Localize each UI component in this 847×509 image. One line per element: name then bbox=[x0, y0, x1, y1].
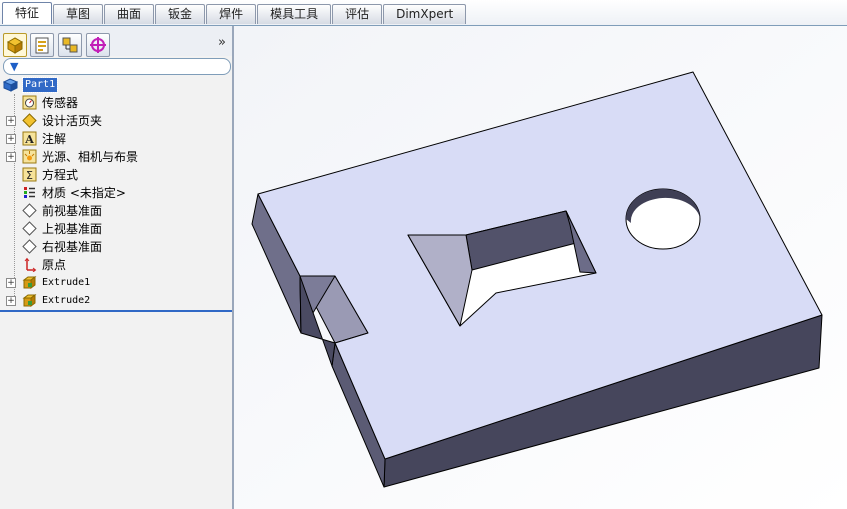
extrude-icon bbox=[22, 293, 37, 308]
tab-weldments[interactable]: 焊件 bbox=[206, 4, 257, 24]
tree-root-label: Part1 bbox=[21, 77, 59, 93]
tab-sheet-metal[interactable]: 钣金 bbox=[155, 4, 206, 24]
origin-icon bbox=[22, 257, 37, 273]
property-manager-icon[interactable] bbox=[30, 33, 54, 57]
tree-item-label: 方程式 bbox=[42, 168, 79, 182]
tree-item-label: 右视基准面 bbox=[42, 240, 103, 254]
feature-manager-icon[interactable] bbox=[3, 33, 27, 57]
filter-icon: ▼ bbox=[10, 60, 19, 73]
graphics-viewport[interactable] bbox=[234, 26, 847, 509]
tree-item-top-plane[interactable]: 上视基准面 bbox=[0, 220, 232, 238]
tab-features[interactable]: 特征 bbox=[2, 2, 53, 24]
material-icon bbox=[22, 185, 37, 200]
tab-mold-tools[interactable]: 模具工具 bbox=[257, 4, 332, 24]
tab-surfaces[interactable]: 曲面 bbox=[104, 4, 155, 24]
tree-item-label: Extrude1 bbox=[42, 277, 91, 288]
tree-item-design-binder[interactable]: + 设计活页夹 bbox=[0, 112, 232, 130]
extrude-icon bbox=[22, 275, 37, 290]
tree-item-label: 注解 bbox=[42, 132, 67, 146]
feature-filter-input[interactable]: ▼ bbox=[3, 58, 231, 75]
plane-icon bbox=[22, 239, 37, 254]
command-manager-tabbar: 特征 草图 曲面 钣金 焊件 模具工具 评估 DimXpert bbox=[0, 0, 847, 26]
tree-item-label: 传感器 bbox=[42, 96, 79, 110]
tree-item-label: 材质 <未指定> bbox=[42, 186, 126, 200]
tab-evaluate[interactable]: 评估 bbox=[332, 4, 383, 24]
expand-toggle[interactable]: + bbox=[6, 296, 16, 306]
tree-item-origin[interactable]: 原点 bbox=[0, 256, 232, 274]
tree-item-right-plane[interactable]: 右视基准面 bbox=[0, 238, 232, 256]
tree-item-label: 光源、相机与布景 bbox=[42, 150, 139, 164]
part-model[interactable] bbox=[234, 26, 847, 509]
plane-icon bbox=[22, 221, 37, 236]
part-icon bbox=[2, 77, 19, 92]
equations-icon: Σ bbox=[22, 167, 37, 182]
tab-sketch[interactable]: 草图 bbox=[53, 4, 104, 24]
tree-item-label: 上视基准面 bbox=[42, 222, 103, 236]
design-binder-icon bbox=[22, 113, 37, 128]
plane-icon bbox=[22, 203, 37, 218]
rollback-bar[interactable] bbox=[0, 310, 232, 312]
configuration-manager-icon[interactable] bbox=[58, 33, 82, 57]
tree-item-sensors[interactable]: 传感器 bbox=[0, 94, 232, 112]
tree-item-label: 前视基准面 bbox=[42, 204, 103, 218]
tree-root-part[interactable]: Part1 bbox=[0, 76, 232, 94]
svg-text:Σ: Σ bbox=[26, 169, 33, 182]
lights-cameras-icon bbox=[22, 149, 37, 164]
tree-item-extrude1[interactable]: + Extrude1 bbox=[0, 274, 232, 292]
tree-item-material[interactable]: 材质 <未指定> bbox=[0, 184, 232, 202]
tree-item-label: 原点 bbox=[42, 258, 67, 272]
svg-text:A: A bbox=[24, 133, 34, 146]
tree-item-extrude2[interactable]: + Extrude2 bbox=[0, 292, 232, 310]
expand-toggle[interactable]: + bbox=[6, 278, 16, 288]
tab-strip: 特征 草图 曲面 钣金 焊件 模具工具 评估 DimXpert bbox=[2, 2, 467, 24]
tree-item-equations[interactable]: Σ 方程式 bbox=[0, 166, 232, 184]
tree-item-label: 设计活页夹 bbox=[42, 114, 103, 128]
tab-dimxpert[interactable]: DimXpert bbox=[383, 4, 467, 24]
tree-item-label: Extrude2 bbox=[42, 295, 91, 306]
sensor-icon bbox=[22, 95, 37, 110]
tree-item-annotations[interactable]: + A 注解 bbox=[0, 130, 232, 148]
expand-toggle[interactable]: + bbox=[6, 116, 16, 126]
feature-manager-panel: » ▼ Part1 传感器 + 设计活页夹 + A 注解 + 光源、相机与布景 … bbox=[0, 26, 234, 509]
dimxpert-manager-icon[interactable] bbox=[86, 33, 110, 57]
annotations-icon: A bbox=[22, 131, 37, 146]
expand-toggle[interactable]: + bbox=[6, 134, 16, 144]
feature-manager-toolbar: » bbox=[0, 26, 232, 57]
tree-item-lights-cameras[interactable]: + 光源、相机与布景 bbox=[0, 148, 232, 166]
panel-more-chevron[interactable]: » bbox=[218, 35, 226, 50]
expand-toggle[interactable]: + bbox=[6, 152, 16, 162]
tree-item-front-plane[interactable]: 前视基准面 bbox=[0, 202, 232, 220]
